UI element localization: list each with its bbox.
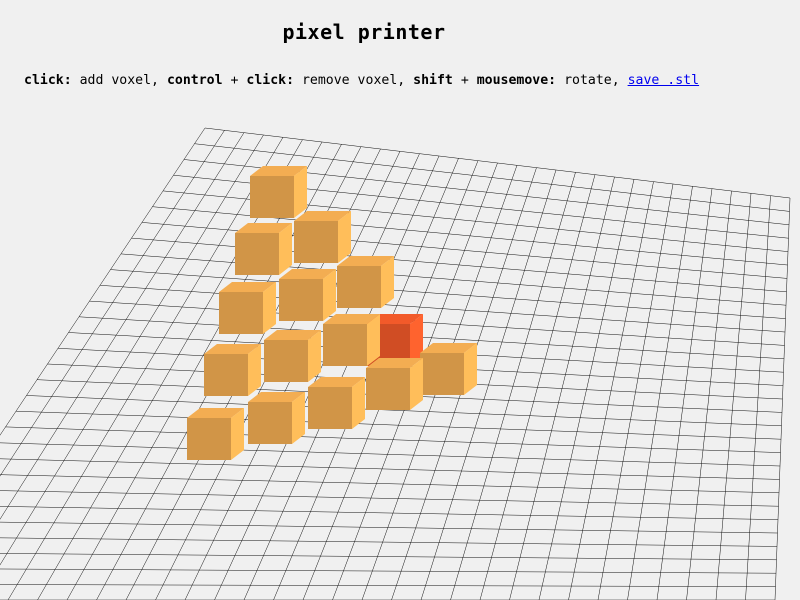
voxel-front-face bbox=[337, 266, 381, 308]
voxel-cube[interactable] bbox=[219, 282, 276, 334]
voxel-cube[interactable] bbox=[248, 392, 305, 444]
voxel-front-face bbox=[323, 324, 367, 366]
voxel-model[interactable] bbox=[187, 166, 477, 460]
voxel-canvas[interactable] bbox=[0, 0, 800, 600]
voxel-front-face bbox=[264, 340, 308, 382]
voxel-front-face bbox=[248, 402, 292, 444]
voxel-front-face bbox=[294, 221, 338, 263]
voxel-cube[interactable] bbox=[279, 269, 336, 321]
voxel-cube[interactable] bbox=[337, 256, 394, 308]
voxel-cube[interactable] bbox=[250, 166, 307, 218]
voxel-cube[interactable] bbox=[294, 211, 351, 263]
voxel-front-face bbox=[366, 368, 410, 410]
voxel-cube[interactable] bbox=[420, 343, 477, 395]
voxel-cube[interactable] bbox=[264, 330, 321, 382]
voxel-front-face bbox=[308, 387, 352, 429]
voxel-front-face bbox=[279, 279, 323, 321]
voxel-front-face bbox=[420, 353, 464, 395]
voxel-cube[interactable] bbox=[187, 408, 244, 460]
voxel-front-face bbox=[250, 176, 294, 218]
voxel-cube[interactable] bbox=[308, 377, 365, 429]
voxel-front-face bbox=[187, 418, 231, 460]
voxel-front-face bbox=[204, 354, 248, 396]
voxel-cube[interactable] bbox=[204, 344, 261, 396]
voxel-cube[interactable] bbox=[366, 358, 423, 410]
voxel-cube[interactable] bbox=[235, 223, 292, 275]
voxel-cube[interactable] bbox=[323, 314, 380, 366]
voxel-front-face bbox=[219, 292, 263, 334]
voxel-front-face bbox=[235, 233, 279, 275]
